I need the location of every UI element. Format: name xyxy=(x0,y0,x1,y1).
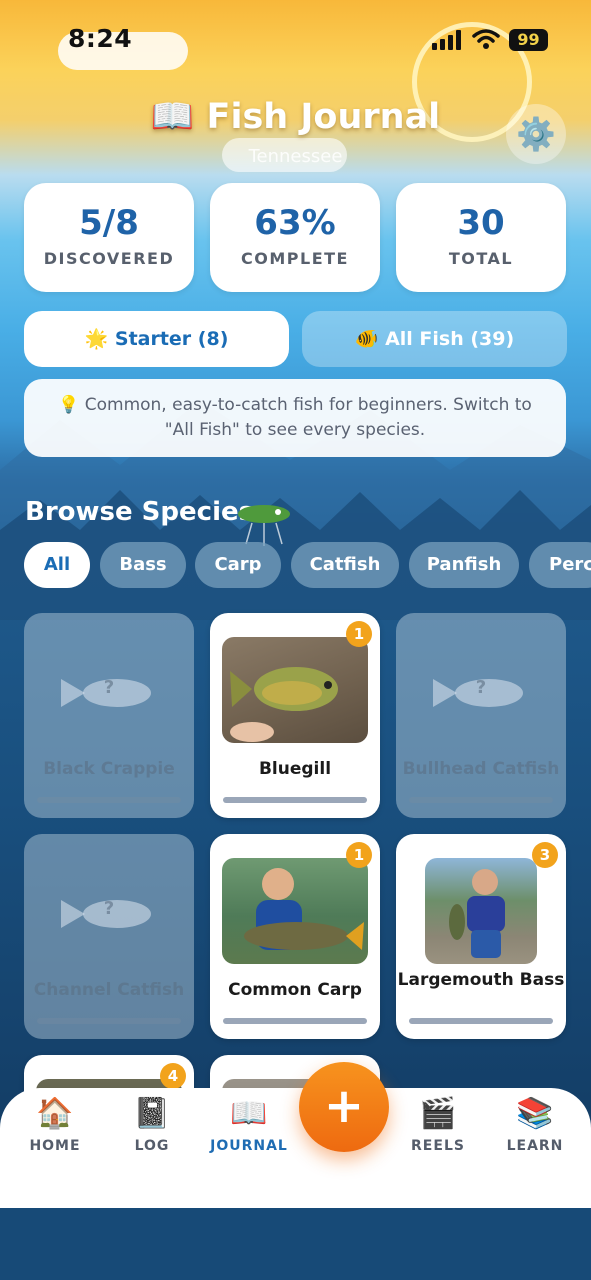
catch-count-badge: 3 xyxy=(532,842,558,868)
stat-label: TOTAL xyxy=(448,249,514,268)
catch-count-badge: 1 xyxy=(346,842,372,868)
section-title: Browse Species xyxy=(25,497,255,527)
species-photo xyxy=(222,637,368,743)
lightbulb-icon: 💡 xyxy=(58,395,80,415)
page-title: 📖 Fish Journal xyxy=(150,97,441,137)
species-card[interactable]: ? Channel Catfish xyxy=(24,834,194,1039)
starter-mode-button[interactable]: 🌟 Starter (8) xyxy=(24,311,289,367)
nav-label: HOME xyxy=(29,1138,81,1154)
species-card[interactable]: 1 Common Carp xyxy=(210,834,380,1039)
nav-label: JOURNAL xyxy=(210,1138,288,1154)
carp-photo-icon xyxy=(244,868,364,950)
bluegill-photo-icon xyxy=(230,667,338,742)
notebook-icon: 📓 xyxy=(133,1096,171,1131)
stat-discovered: 5/8 DISCOVERED xyxy=(24,183,194,292)
battery-icon: 99 xyxy=(509,29,548,51)
filter-chip-catfish[interactable]: Catfish xyxy=(291,542,399,588)
settings-gear-icon[interactable]: ⚙️ xyxy=(506,104,566,164)
nav-log[interactable]: 📓 LOG xyxy=(107,1096,197,1154)
filter-chip-all[interactable]: All xyxy=(24,542,90,588)
species-name: Channel Catfish xyxy=(33,980,185,1000)
species-name: Black Crappie xyxy=(43,759,175,779)
bass-photo-icon xyxy=(449,869,505,958)
species-name: Largemouth Bass xyxy=(397,970,565,990)
species-card[interactable]: ? Bullhead Catfish xyxy=(396,613,566,818)
filter-chip-panfish[interactable]: Panfish xyxy=(409,542,519,588)
add-catch-button[interactable]: + xyxy=(299,1062,389,1152)
species-card[interactable]: 3 Largemouth Bass xyxy=(396,834,566,1039)
tip-box: 💡 Common, easy-to-catch fish for beginne… xyxy=(24,379,566,457)
stat-total: 30 TOTAL xyxy=(396,183,566,292)
filter-chip-bass[interactable]: Bass xyxy=(100,542,186,588)
stat-value: 5/8 xyxy=(79,203,139,243)
species-photo xyxy=(425,858,537,964)
species-photo xyxy=(222,858,368,964)
books-icon: 📚 xyxy=(516,1096,554,1131)
catch-count-badge: 4 xyxy=(160,1063,186,1089)
nav-label: LEARN xyxy=(506,1138,564,1154)
filter-chip-carp[interactable]: Carp xyxy=(195,542,281,588)
nav-learn[interactable]: 📚 LEARN xyxy=(490,1096,580,1154)
progress-bar xyxy=(409,1018,553,1024)
all-fish-mode-button[interactable]: 🐠 All Fish (39) xyxy=(302,311,567,367)
nav-journal[interactable]: 📖 JOURNAL xyxy=(204,1096,294,1154)
unknown-mark: ? xyxy=(475,677,487,698)
nav-home[interactable]: 🏠 HOME xyxy=(10,1096,100,1154)
book-icon: 📖 xyxy=(230,1096,268,1131)
species-name: Common Carp xyxy=(228,980,362,1000)
progress-bar xyxy=(37,1018,181,1024)
stat-value: 30 xyxy=(457,203,505,243)
species-name: Bullhead Catfish xyxy=(402,759,560,779)
wifi-icon xyxy=(472,29,500,49)
unknown-mark: ? xyxy=(103,898,115,919)
fish-journal-screen: 8:24 99 📖 Fish Journal Tennessee ⚙️ 5/8 … xyxy=(0,0,591,1280)
progress-bar xyxy=(409,797,553,803)
signal-icon xyxy=(432,30,461,50)
catch-count-badge: 1 xyxy=(346,621,372,647)
species-name: Bluegill xyxy=(258,759,332,779)
filter-chip-perch[interactable]: Perc xyxy=(529,542,591,588)
nav-label: REELS xyxy=(411,1138,465,1154)
region-subtitle: Tennessee xyxy=(248,146,343,167)
progress-bar xyxy=(223,797,367,803)
home-icon: 🏠 xyxy=(36,1096,74,1131)
stat-value: 63% xyxy=(254,203,336,243)
nav-reels[interactable]: 🎬 REELS xyxy=(393,1096,483,1154)
species-card[interactable]: ? Black Crappie xyxy=(24,613,194,818)
progress-bar xyxy=(37,797,181,803)
stat-label: COMPLETE xyxy=(241,249,349,268)
progress-bar xyxy=(223,1018,367,1024)
status-time: 8:24 xyxy=(68,24,133,53)
stat-complete: 63% COMPLETE xyxy=(210,183,380,292)
nav-label: LOG xyxy=(134,1138,170,1154)
stat-label: DISCOVERED xyxy=(43,249,175,268)
tip-text: Common, easy-to-catch fish for beginners… xyxy=(84,395,532,440)
bottom-strip xyxy=(0,1208,591,1280)
clapperboard-icon: 🎬 xyxy=(419,1096,457,1131)
species-card[interactable]: 1 Bluegill xyxy=(210,613,380,818)
unknown-mark: ? xyxy=(103,677,115,698)
